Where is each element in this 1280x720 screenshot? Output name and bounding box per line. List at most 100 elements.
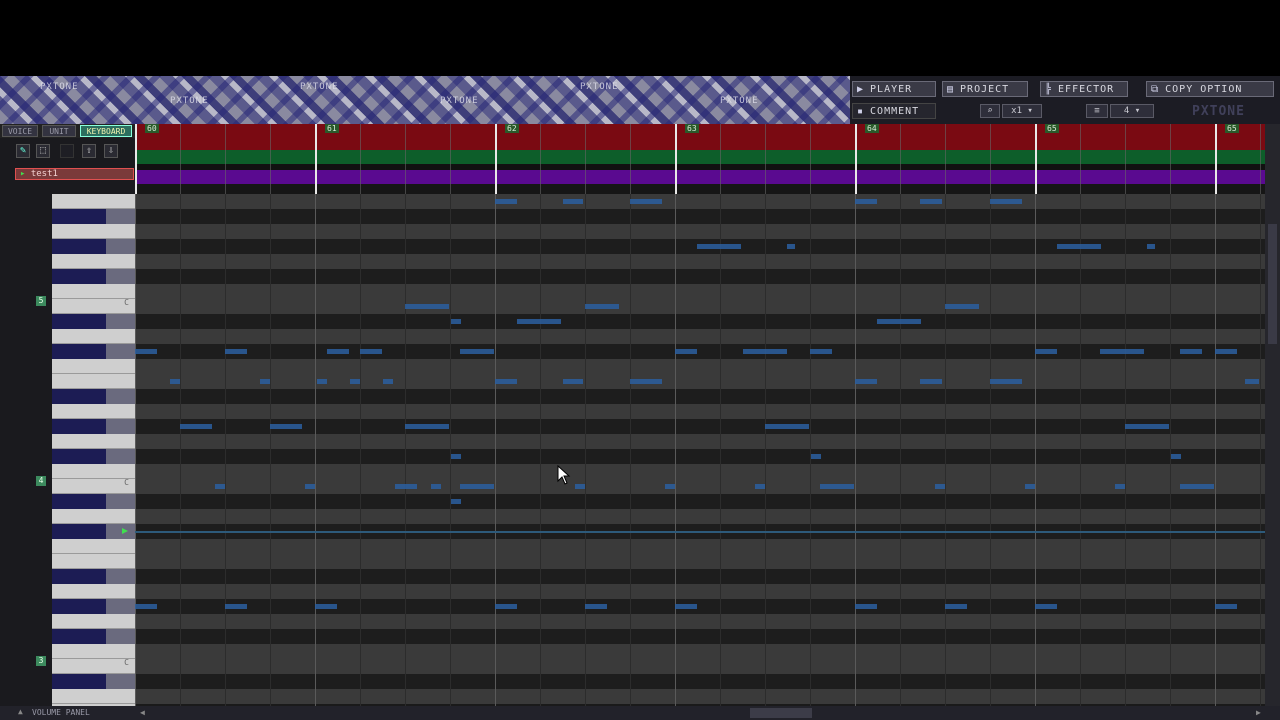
note-block[interactable] <box>675 604 697 609</box>
note-block[interactable] <box>787 244 795 249</box>
note-block[interactable] <box>315 604 337 609</box>
blank-tool-icon[interactable] <box>60 144 74 158</box>
pitch-lane[interactable] <box>135 629 1265 644</box>
note-block[interactable] <box>451 319 461 324</box>
note-block[interactable] <box>575 484 585 489</box>
sustain-line[interactable] <box>135 531 1265 533</box>
black-key[interactable] <box>52 419 135 434</box>
unit-track-row[interactable] <box>135 170 1265 184</box>
note-block[interactable] <box>990 199 1022 204</box>
note-block[interactable] <box>1025 484 1035 489</box>
note-block[interactable] <box>1171 454 1181 459</box>
note-block[interactable] <box>215 484 225 489</box>
note-block[interactable] <box>1147 244 1155 249</box>
note-block[interactable] <box>1035 604 1057 609</box>
pitch-lane[interactable] <box>135 644 1265 659</box>
pitch-lane[interactable] <box>135 209 1265 224</box>
scroll-right-icon[interactable]: ▶ <box>1256 708 1261 717</box>
black-key[interactable] <box>52 674 135 689</box>
note-block[interactable] <box>855 199 877 204</box>
pitch-lane[interactable] <box>135 314 1265 329</box>
pitch-lane[interactable] <box>135 224 1265 239</box>
note-block[interactable] <box>517 319 561 324</box>
black-key[interactable] <box>52 494 135 509</box>
player-button[interactable]: ▶ PLAYER <box>852 81 936 97</box>
event-row[interactable] <box>135 150 1265 164</box>
select-icon[interactable]: ⬚ <box>36 144 50 158</box>
pitch-lane[interactable] <box>135 404 1265 419</box>
black-key[interactable] <box>52 314 135 329</box>
note-block[interactable] <box>697 244 741 249</box>
pitch-lane[interactable] <box>135 449 1265 464</box>
note-block[interactable] <box>1057 244 1101 249</box>
measure-row[interactable]: 60 61 62 63 64 65 65 <box>135 124 1265 150</box>
note-block[interactable] <box>820 484 854 489</box>
note-block[interactable] <box>765 424 809 429</box>
note-block[interactable] <box>405 304 449 309</box>
note-block[interactable] <box>225 604 247 609</box>
black-key[interactable] <box>52 389 135 404</box>
pitch-lane[interactable] <box>135 389 1265 404</box>
note-block[interactable] <box>630 379 662 384</box>
pitch-lane[interactable] <box>135 284 1265 299</box>
note-block[interactable] <box>563 379 583 384</box>
note-block[interactable] <box>395 484 417 489</box>
note-block[interactable] <box>451 454 461 459</box>
note-block[interactable] <box>460 484 494 489</box>
vertical-scrollbar[interactable] <box>1265 124 1280 706</box>
project-button[interactable]: ▤ PROJECT <box>942 81 1028 97</box>
pitch-lane[interactable] <box>135 554 1265 569</box>
pitch-lane[interactable] <box>135 614 1265 629</box>
note-block[interactable] <box>563 199 583 204</box>
note-block[interactable] <box>810 349 832 354</box>
note-block[interactable] <box>180 424 212 429</box>
black-key[interactable] <box>52 344 135 359</box>
note-block[interactable] <box>431 484 441 489</box>
black-key[interactable] <box>52 209 135 224</box>
black-key[interactable] <box>52 524 135 539</box>
note-block[interactable] <box>630 199 662 204</box>
vertical-scroll-thumb[interactable] <box>1268 224 1277 344</box>
zoom-icon[interactable]: ⌕ <box>980 104 1000 118</box>
horizontal-scroll-thumb[interactable] <box>750 708 812 718</box>
pitch-lane[interactable] <box>135 299 1265 314</box>
piano-roll[interactable] <box>135 194 1265 706</box>
note-block[interactable] <box>495 199 517 204</box>
pitch-lane[interactable] <box>135 494 1265 509</box>
collapse-icon[interactable]: ▲ <box>18 707 23 716</box>
black-key[interactable] <box>52 269 135 284</box>
note-block[interactable] <box>270 424 302 429</box>
pitch-lane[interactable] <box>135 674 1265 689</box>
black-key[interactable] <box>52 569 135 584</box>
pitch-lane[interactable] <box>135 539 1265 554</box>
note-block[interactable] <box>945 604 967 609</box>
pitch-lane[interactable] <box>135 434 1265 449</box>
note-block[interactable] <box>495 604 517 609</box>
pitch-lane[interactable] <box>135 269 1265 284</box>
pitch-lane[interactable] <box>135 689 1265 704</box>
pitch-lane[interactable] <box>135 599 1265 614</box>
note-block[interactable] <box>585 304 619 309</box>
division-select[interactable]: 4 ▾ <box>1110 104 1154 118</box>
pitch-lane[interactable] <box>135 254 1265 269</box>
note-block[interactable] <box>1035 349 1057 354</box>
note-block[interactable] <box>585 604 607 609</box>
note-block[interactable] <box>327 349 349 354</box>
scroll-left-icon[interactable]: ◀ <box>140 708 145 717</box>
note-block[interactable] <box>305 484 315 489</box>
note-block[interactable] <box>1115 484 1125 489</box>
note-block[interactable] <box>225 349 247 354</box>
note-block[interactable] <box>350 379 360 384</box>
pitch-lane[interactable] <box>135 374 1265 389</box>
note-block[interactable] <box>1245 379 1259 384</box>
note-block[interactable] <box>935 484 945 489</box>
note-block[interactable] <box>170 379 180 384</box>
comment-button[interactable]: ▪ COMMENT <box>852 103 936 119</box>
note-block[interactable] <box>317 379 327 384</box>
note-block[interactable] <box>855 604 877 609</box>
effector-button[interactable]: ╠ EFFECTOR <box>1040 81 1128 97</box>
note-block[interactable] <box>945 304 979 309</box>
tab-unit[interactable]: UNIT <box>42 125 76 137</box>
pitch-lane[interactable] <box>135 329 1265 344</box>
note-block[interactable] <box>990 379 1022 384</box>
